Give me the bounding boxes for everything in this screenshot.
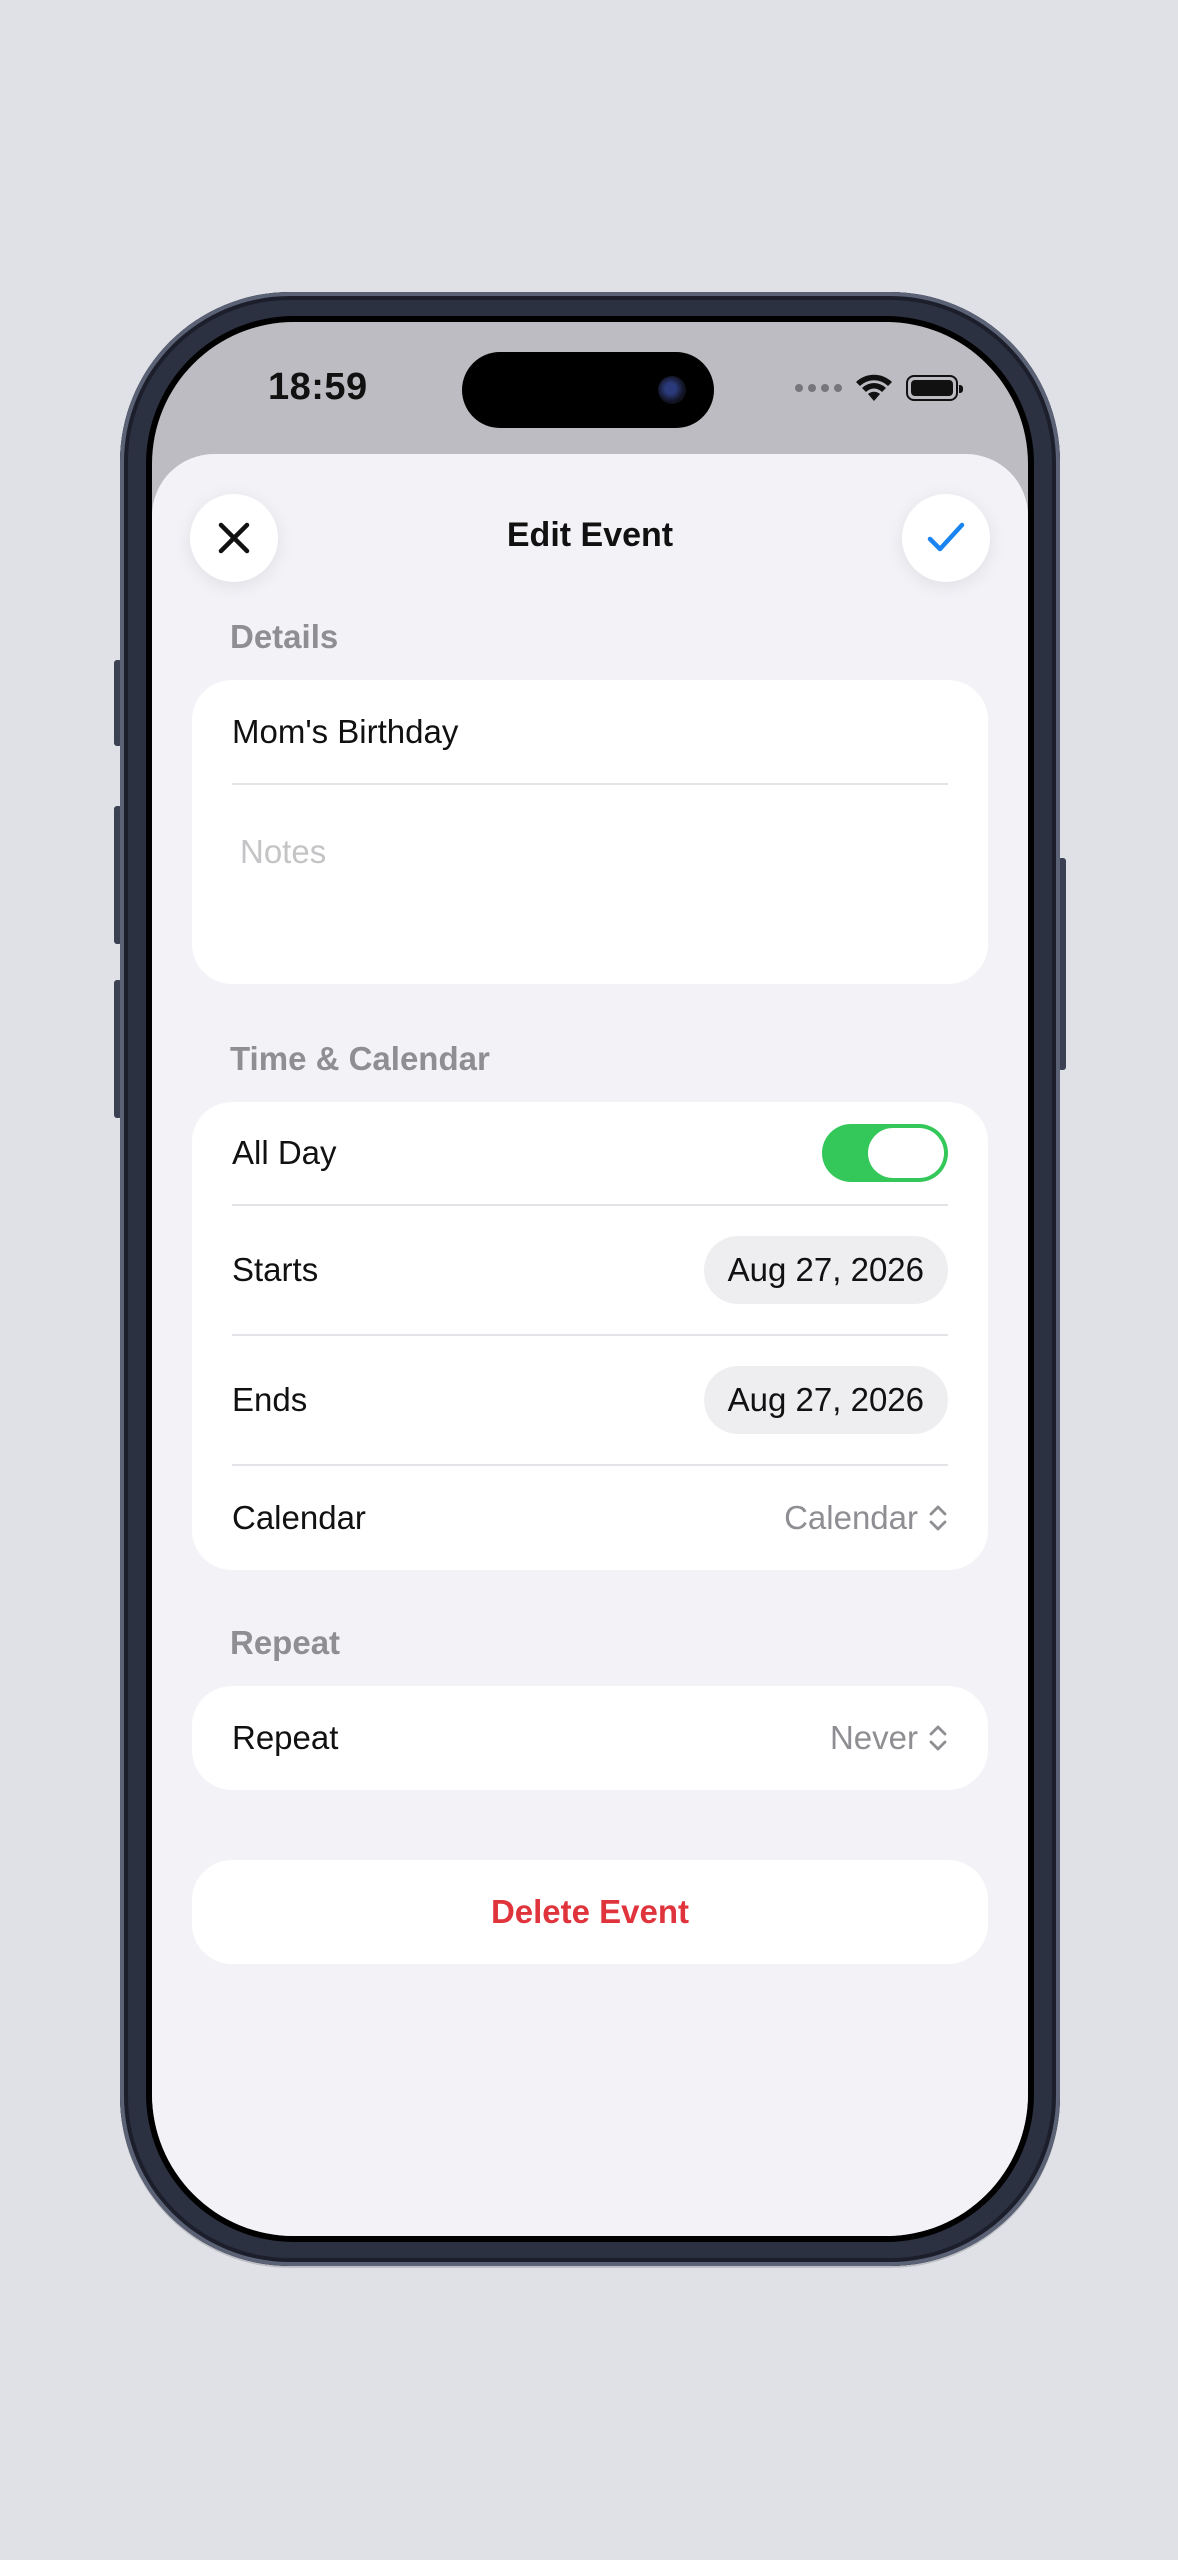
battery-icon xyxy=(906,375,963,401)
starts-date-picker[interactable]: Aug 27, 2026 xyxy=(703,1236,948,1304)
notes-placeholder: Notes xyxy=(240,833,327,870)
calendar-value: Calendar xyxy=(784,1499,918,1536)
ends-date-picker[interactable]: Aug 27, 2026 xyxy=(703,1366,948,1434)
status-time: 18:59 xyxy=(268,366,368,408)
time-calendar-card: All Day Starts Aug 27, 2026 Ends Aug 27,… xyxy=(192,1102,988,1570)
edit-event-sheet: Edit Event Details Mom's Birthday Notes … xyxy=(152,454,1028,2236)
repeat-label: Repeat xyxy=(232,1719,339,1756)
phone-bezel: 18:59 Edit Event Details Mom's Birthday … xyxy=(146,316,1034,2242)
repeat-card: Repeat Never xyxy=(192,1686,988,1790)
screen: 18:59 Edit Event Details Mom's Birthday … xyxy=(152,322,1028,2236)
calendar-row: Calendar Calendar xyxy=(232,1466,948,1570)
page-title: Edit Event xyxy=(506,516,674,554)
event-title-value: Mom's Birthday xyxy=(232,713,459,750)
save-button[interactable] xyxy=(902,494,990,582)
repeat-row: Repeat Never xyxy=(232,1686,948,1790)
chevron-up-down-icon xyxy=(929,1725,947,1751)
repeat-value: Never xyxy=(829,1719,918,1756)
repeat-picker[interactable]: Never xyxy=(830,1719,948,1757)
delete-event-label: Delete Event xyxy=(490,1893,690,1930)
ends-label: Ends xyxy=(232,1381,308,1418)
starts-row: Starts Aug 27, 2026 xyxy=(232,1206,948,1334)
wifi-icon xyxy=(856,374,892,401)
details-card: Mom's Birthday Notes xyxy=(192,680,988,984)
all-day-toggle[interactable] xyxy=(822,1124,948,1182)
status-indicators xyxy=(795,370,963,406)
all-day-label: All Day xyxy=(232,1134,337,1171)
dynamic-island xyxy=(462,352,714,428)
calendar-label: Calendar xyxy=(232,1499,366,1536)
section-label-repeat: Repeat xyxy=(230,1624,341,1661)
section-label-time-calendar: Time & Calendar xyxy=(230,1040,490,1077)
calendar-picker[interactable]: Calendar xyxy=(784,1499,948,1537)
starts-label: Starts xyxy=(232,1251,319,1288)
ends-row: Ends Aug 27, 2026 xyxy=(232,1336,948,1464)
all-day-row: All Day xyxy=(232,1102,948,1204)
chevron-up-down-icon xyxy=(929,1505,947,1531)
event-title-field[interactable]: Mom's Birthday xyxy=(232,680,948,784)
notes-field[interactable]: Notes xyxy=(232,784,948,920)
section-label-details: Details xyxy=(230,618,339,655)
camera-icon xyxy=(658,376,686,404)
delete-event-button[interactable]: Delete Event xyxy=(192,1860,988,1964)
checkmark-icon xyxy=(927,522,965,552)
toggle-knob xyxy=(868,1128,944,1178)
cellular-signal-icon xyxy=(795,384,842,392)
